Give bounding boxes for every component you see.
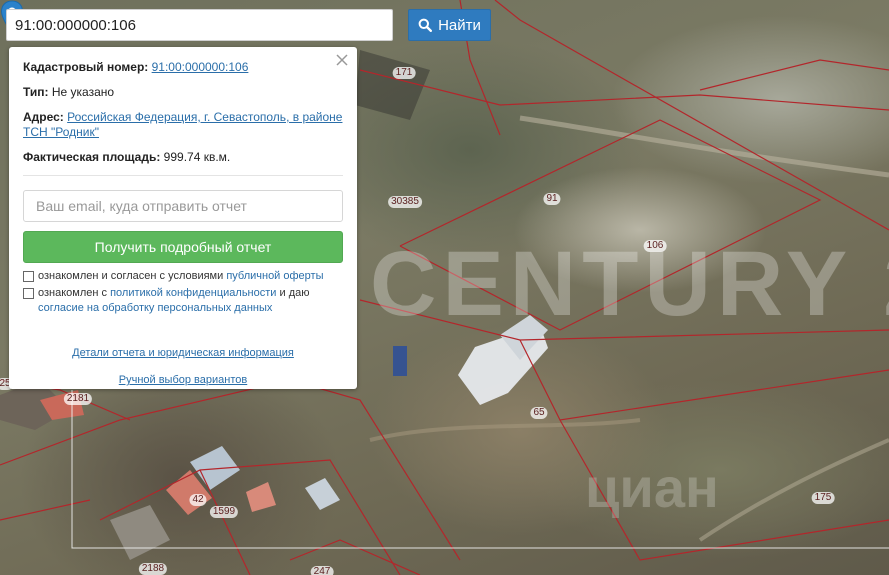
divider [23, 175, 343, 176]
get-report-button[interactable]: Получить подробный отчет [23, 231, 343, 263]
search-button[interactable]: Найти [408, 9, 491, 41]
plot-label: 2181 [63, 393, 93, 405]
search-button-label: Найти [438, 16, 481, 34]
plot-label: 1599 [209, 506, 239, 518]
cadastral-label: Кадастровый номер: [23, 60, 149, 74]
privacy-agreement-text: ознакомлен с политикой конфиденциальност… [38, 287, 310, 314]
address-label: Адрес: [23, 110, 64, 124]
plot-label: 91 [543, 193, 561, 205]
area-value: 999.74 кв.м. [163, 150, 231, 164]
plot-label: 247 [310, 566, 334, 575]
offer-agreement-row: ознакомлен и согласен с условиями публич… [23, 269, 343, 284]
plot-label: 171 [392, 67, 416, 79]
report-details-link[interactable]: Детали отчета и юридическая информация [23, 347, 343, 359]
address-link[interactable]: Российская Федерация, г. Севастополь, в … [23, 110, 342, 139]
area-row: Фактическая площадь: 999.74 кв.м. [23, 150, 343, 165]
address-row: Адрес: Российская Федерация, г. Севастоп… [23, 110, 343, 140]
offer-agreement-checkbox[interactable] [23, 271, 34, 282]
plot-label: 65 [530, 407, 548, 419]
search-input[interactable] [6, 9, 393, 41]
cadastral-number-link[interactable]: 91:00:000000:106 [152, 60, 249, 74]
area-label: Фактическая площадь: [23, 150, 161, 164]
privacy-agreement-checkbox[interactable] [23, 288, 34, 299]
type-value: Не указано [51, 85, 115, 99]
plot-label: 175 [811, 492, 835, 504]
offer-agreement-text: ознакомлен и согласен с условиями публич… [38, 270, 324, 282]
privacy-policy-link[interactable]: политикой конфиденциальности [110, 287, 276, 299]
plot-label: 42 [189, 494, 207, 506]
plot-label: 2188 [138, 563, 168, 575]
watermark-cian: циан [585, 456, 719, 519]
manual-selection-link[interactable]: Ручной выбор вариантов [23, 374, 343, 386]
cadastral-row: Кадастровый номер: 91:00:000000:106 [23, 60, 343, 75]
selected-plot-label: 106 [643, 240, 667, 252]
plot-label: 30385 [388, 196, 422, 208]
info-panel: Кадастровый номер: 91:00:000000:106 Тип:… [9, 47, 357, 389]
public-offer-link[interactable]: публичной оферты [226, 270, 323, 282]
privacy-agreement-row: ознакомлен с политикой конфиденциальност… [23, 286, 343, 316]
watermark-century21: CENTURY 21 [370, 233, 889, 335]
type-row: Тип: Не указано [23, 85, 343, 100]
type-label: Тип: [23, 85, 49, 99]
data-processing-consent-link[interactable]: согласие на обработку персональных данны… [38, 302, 272, 314]
email-field[interactable] [23, 190, 343, 222]
search-icon [418, 18, 433, 32]
close-icon[interactable] [335, 53, 349, 67]
